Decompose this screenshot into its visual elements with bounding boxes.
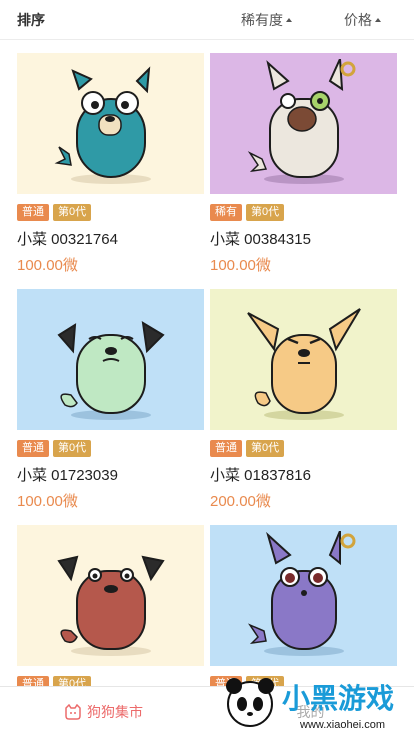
dog-illustration-icon xyxy=(247,58,355,184)
dog-image xyxy=(17,53,204,194)
dog-name: 小菜 00321764 xyxy=(17,231,118,248)
app-root: 排序 稀有度 价格 普通 第0代 小菜 00321764 100.00微 稀有 … xyxy=(0,0,414,736)
dog-illustration-icon xyxy=(56,320,165,420)
tab-dog-market[interactable]: 狗狗集市 xyxy=(0,702,207,722)
dog-face-icon xyxy=(65,703,81,720)
card-tags: 普通 第0代 xyxy=(17,204,204,221)
sort-by-price-label: 价格 xyxy=(344,11,372,28)
dog-price: 200.00微 xyxy=(210,493,271,510)
card-tags: 稀有 第0代 xyxy=(210,204,397,221)
dog-image xyxy=(17,525,204,666)
card-tags: 普通 第0代 xyxy=(210,440,397,457)
dog-name: 小菜 01837816 xyxy=(210,467,311,484)
tab-mine[interactable]: 我的 xyxy=(207,702,414,722)
caret-up-icon xyxy=(375,17,381,22)
dog-illustration-icon xyxy=(246,307,361,420)
tab-dog-market-label: 狗狗集市 xyxy=(87,703,143,720)
rarity-badge: 普通 xyxy=(17,440,49,457)
dog-card[interactable]: 普通 第0代 小菜 00321764 100.00微 xyxy=(17,53,204,275)
sort-bar: 排序 稀有度 价格 xyxy=(0,0,414,40)
dog-card[interactable]: 普通 第0代 小菜 01837816 200.00微 xyxy=(210,289,397,511)
dog-price: 100.00微 xyxy=(17,493,78,510)
sort-by-rarity-button[interactable]: 稀有度 xyxy=(241,10,292,30)
dog-image xyxy=(210,53,397,194)
dog-name: 小菜 01723039 xyxy=(17,467,118,484)
generation-badge: 第0代 xyxy=(53,440,92,457)
dog-image xyxy=(210,525,397,666)
dog-image xyxy=(17,289,204,430)
rarity-badge: 稀有 xyxy=(210,204,242,221)
card-tags: 普通 第0代 xyxy=(17,440,204,457)
sort-by-rarity-label: 稀有度 xyxy=(241,11,283,28)
generation-badge: 第0代 xyxy=(246,204,285,221)
caret-up-icon xyxy=(286,17,292,22)
dog-card[interactable]: 稀有 第0代 小菜 00384315 100.00微 xyxy=(210,53,397,275)
dog-card[interactable]: 普通 第0代 xyxy=(17,525,204,693)
rarity-badge: 普通 xyxy=(17,204,49,221)
rarity-badge: 普通 xyxy=(210,440,242,457)
generation-badge: 第0代 xyxy=(53,204,92,221)
tab-mine-label: 我的 xyxy=(296,703,325,720)
sort-by-price-button[interactable]: 价格 xyxy=(344,10,381,30)
generation-badge: 第0代 xyxy=(246,440,285,457)
dog-price: 100.00微 xyxy=(17,257,78,274)
dog-illustration-icon xyxy=(54,65,151,184)
dog-illustration-icon xyxy=(247,530,355,656)
dog-price: 100.00微 xyxy=(210,257,271,274)
dog-image xyxy=(210,289,397,430)
sort-label: 排序 xyxy=(17,11,45,28)
dog-illustration-icon xyxy=(56,555,165,656)
dog-card[interactable]: 普通 第0代 xyxy=(210,525,397,693)
bottom-tab-bar: 狗狗集市 我的 xyxy=(0,686,414,736)
dog-name: 小菜 00384315 xyxy=(210,231,311,248)
dog-card[interactable]: 普通 第0代 小菜 01723039 100.00微 xyxy=(17,289,204,511)
